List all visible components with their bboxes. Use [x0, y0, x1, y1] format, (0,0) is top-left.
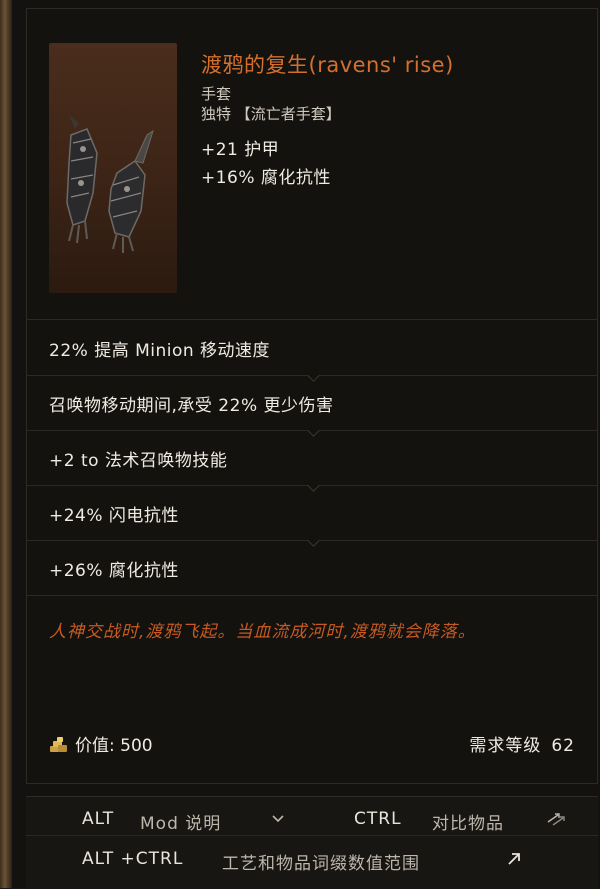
- hotkey-bar: ALT Mod 说明 CTRL 对比物品 ALT +CTRL 工艺和物品词缀数值…: [26, 796, 598, 889]
- required-level: 需求等级 62: [469, 731, 575, 756]
- window-edge: [0, 0, 12, 888]
- price: 价值: 500: [49, 731, 153, 756]
- implicit-stat: +16% 腐化抗性: [201, 168, 331, 188]
- affix-text: 22% 提高 Minion 移动速度: [49, 340, 271, 361]
- affix-row: 召唤物移动期间,承受 22% 更少伤害: [27, 376, 597, 437]
- divider: [26, 835, 598, 836]
- affix-text: 召唤物移动期间,承受 22% 更少伤害: [49, 395, 334, 416]
- item-type: 手套: [201, 85, 232, 103]
- swap-arrows-icon[interactable]: [546, 811, 566, 827]
- affix-text: +24% 闪电抗性: [49, 505, 179, 526]
- gold-coins-icon: [50, 736, 67, 752]
- affix-row: +24% 闪电抗性: [27, 486, 597, 547]
- item-rarity: 独特 【流亡者手套】: [201, 105, 341, 123]
- item-name: 渡鸦的复生(ravens' rise): [201, 53, 454, 77]
- item-image: [49, 43, 177, 293]
- alt-ctrl-key[interactable]: ALT +CTRL: [82, 849, 183, 869]
- alt-key[interactable]: ALT: [82, 809, 114, 829]
- compare-items-label[interactable]: 对比物品: [432, 809, 504, 834]
- gauntlets-icon: [66, 115, 154, 253]
- price-label: 价值: 500: [75, 736, 153, 756]
- affix-list: 22% 提高 Minion 移动速度 召唤物移动期间,承受 22% 更少伤害 +…: [27, 321, 597, 596]
- ctrl-key[interactable]: CTRL: [354, 809, 402, 829]
- affix-text: +2 to 法术召唤物技能: [49, 450, 228, 471]
- affix-row: 22% 提高 Minion 移动速度: [27, 321, 597, 382]
- lore-text: 人神交战时,渡鸦飞起。当血流成河时,渡鸦就会降落。: [49, 622, 476, 642]
- affix-range-label[interactable]: 工艺和物品词缀数值范围: [222, 849, 420, 874]
- divider: [27, 319, 597, 320]
- required-level-label: 需求等级: [469, 736, 542, 756]
- affix-row: +2 to 法术召唤物技能: [27, 431, 597, 492]
- mod-description-label[interactable]: Mod 说明: [140, 809, 221, 834]
- item-tooltip: 渡鸦的复生(ravens' rise) 手套 独特 【流亡者手套】 +21 护甲…: [26, 8, 598, 784]
- affix-text: +26% 腐化抗性: [49, 560, 179, 581]
- affix-row: +26% 腐化抗性: [27, 541, 597, 596]
- required-level-value: 62: [551, 736, 575, 756]
- chevron-down-icon[interactable]: [270, 811, 286, 827]
- expand-arrow-icon[interactable]: [506, 851, 522, 867]
- implicit-stat: +21 护甲: [201, 140, 280, 160]
